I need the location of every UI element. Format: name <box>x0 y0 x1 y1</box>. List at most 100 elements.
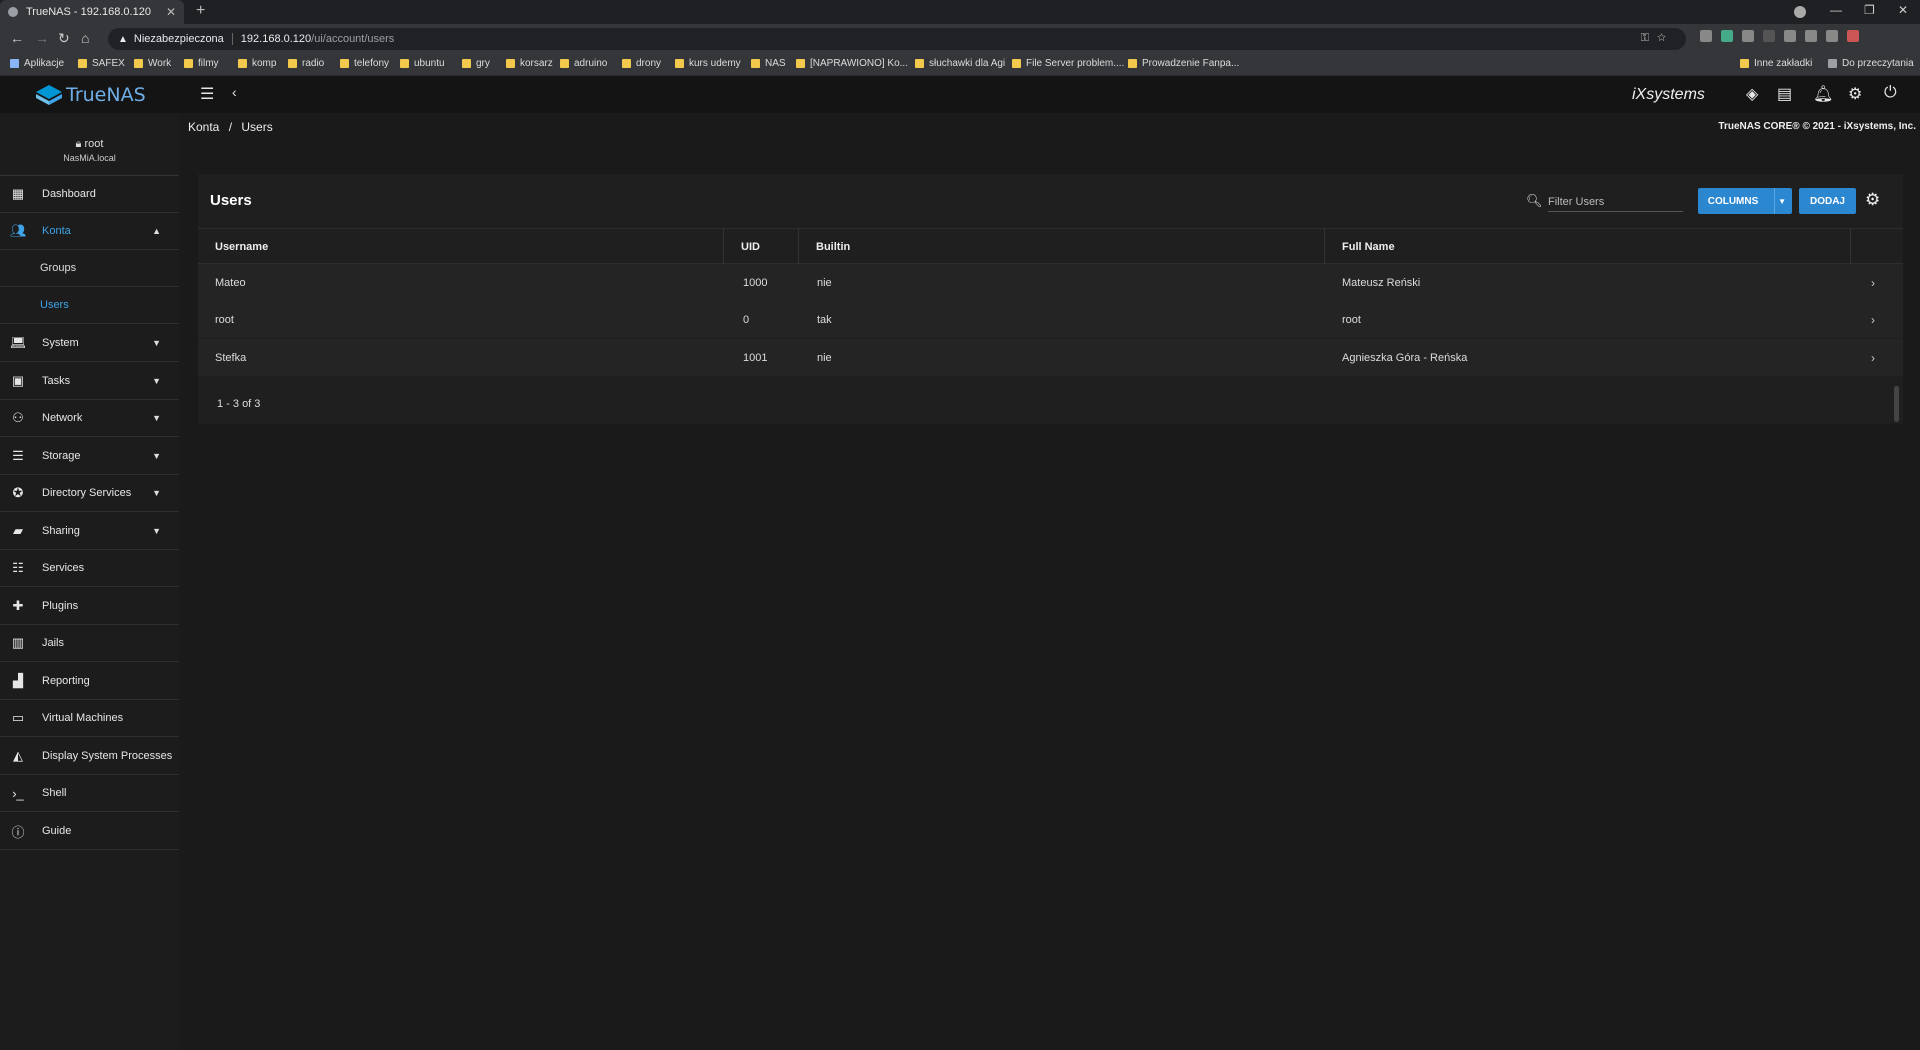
caret-down-icon: ▼ <box>152 488 161 498</box>
header-username[interactable]: Username <box>215 229 268 265</box>
bookmark-item[interactable]: kurs udemy <box>675 58 741 69</box>
bookmark-item[interactable]: SAFEX <box>78 58 125 69</box>
sidebar-item-shell[interactable]: ›_ Shell <box>0 775 179 812</box>
bookmark-item[interactable]: korsarz <box>506 58 553 69</box>
bookmark-label: adruino <box>574 58 608 69</box>
bookmark-item[interactable]: NAS <box>751 58 786 69</box>
restore-icon[interactable]: ❐ <box>1864 3 1875 17</box>
folder-icon <box>796 59 805 68</box>
bookmark-item[interactable]: telefony <box>340 58 389 69</box>
bookmark-item[interactable]: drony <box>622 58 661 69</box>
bookmark-item[interactable]: słuchawki dla Agi <box>915 58 1005 69</box>
bookmark-item[interactable]: Prowadzenie Fanpa... <box>1128 58 1239 69</box>
bookmark-item[interactable]: [NAPRAWIONO] Ko... <box>796 58 908 69</box>
network-icon: ⚇ <box>12 410 24 425</box>
header-uid[interactable]: UID <box>741 229 760 265</box>
sidebar-item-storage[interactable]: ☰ Storage ▼ <box>0 438 179 475</box>
new-tab-icon[interactable]: + <box>196 2 205 20</box>
sidebar-item-label: Sharing <box>42 525 80 537</box>
menu-icon[interactable]: ☰ <box>200 84 214 104</box>
sidebar-item-plugins[interactable]: ✚ Plugins <box>0 588 179 625</box>
sidebar-item-reporting[interactable]: ▟ Reporting <box>0 663 179 700</box>
bookmark-item-right[interactable]: Do przeczytania <box>1828 58 1914 69</box>
minimize-icon[interactable]: — <box>1830 3 1842 17</box>
sidebar-item-services[interactable]: ☷ Services <box>0 550 179 587</box>
sidebar-item-guide[interactable]: ⓘ Guide <box>0 813 179 850</box>
sidebar-item-sharing[interactable]: ▰ Sharing ▼ <box>0 513 179 550</box>
folder-icon <box>340 59 349 68</box>
key-star-icons[interactable]: ⚿☆ <box>1641 32 1674 45</box>
bookmark-item[interactable]: ubuntu <box>400 58 445 69</box>
bookmark-label: filmy <box>198 58 219 69</box>
sidebar-item-directory-services[interactable]: ✪ Directory Services ▼ <box>0 475 179 512</box>
table-settings-gear-icon[interactable]: ⚙ <box>1865 190 1880 210</box>
expand-chevron-icon[interactable]: › <box>1871 301 1875 338</box>
column-divider[interactable] <box>723 228 724 264</box>
sidebar-item-dashboard[interactable]: ▦ Dashboard <box>0 176 179 213</box>
sidebar-item-network[interactable]: ⚇ Network ▼ <box>0 400 179 437</box>
bookmark-item[interactable]: filmy <box>184 58 219 69</box>
table-row[interactable]: Stefka 1001 nie Agnieszka Góra - Reńska … <box>198 339 1903 376</box>
bookmark-item[interactable]: radio <box>288 58 324 69</box>
ixsystems-logo[interactable]: iXsystems <box>1632 86 1705 104</box>
sidebar-item-virtual-machines[interactable]: ▭ Virtual Machines <box>0 700 179 737</box>
dropdown-arrow-icon[interactable]: ▼ <box>1778 197 1786 206</box>
sidebar-item-system[interactable]: 💻︎ System ▼ <box>0 325 179 362</box>
directory-icon: ✪ <box>12 485 24 500</box>
expand-chevron-icon[interactable]: › <box>1871 339 1875 376</box>
filter-users-input[interactable] <box>1548 192 1683 212</box>
column-divider[interactable] <box>1324 228 1325 264</box>
bookmark-item-right[interactable]: Inne zakładki <box>1740 58 1812 69</box>
warning-icon[interactable]: ▲ <box>118 34 128 45</box>
bookmark-item[interactable]: File Server problem.... <box>1012 58 1124 69</box>
header-full-name[interactable]: Full Name <box>1342 229 1395 265</box>
breadcrumb-separator: / <box>228 120 233 134</box>
sidebar-subitem-groups[interactable]: Groups <box>0 250 179 287</box>
truecommand-icon[interactable]: ◈ <box>1746 84 1758 104</box>
settings-gear-icon[interactable]: ⚙ <box>1848 84 1862 104</box>
column-divider[interactable] <box>798 228 799 264</box>
bookmark-item[interactable]: komp <box>238 58 276 69</box>
reload-icon[interactable]: ↻ <box>58 30 70 47</box>
scrollbar-thumb[interactable] <box>1894 386 1899 422</box>
security-label[interactable]: Niezabezpieczona <box>134 33 224 45</box>
bookmark-item[interactable]: Work <box>134 58 171 69</box>
folder-icon <box>288 59 297 68</box>
sidebar-item-display-system-processes[interactable]: ◭ Display System Processes <box>0 738 179 775</box>
tasks-clipboard-icon[interactable]: ▤ <box>1777 84 1792 104</box>
folder-icon <box>751 59 760 68</box>
forward-icon[interactable]: → <box>35 30 49 46</box>
bookmark-label: drony <box>636 58 662 69</box>
close-window-icon[interactable]: ✕ <box>1898 3 1908 17</box>
columns-button-label: COLUMNS <box>1707 195 1759 207</box>
header-builtin[interactable]: Builtin <box>816 229 850 265</box>
collapse-chevron-icon[interactable]: ‹ <box>232 84 237 100</box>
table-row[interactable]: Mateo 1000 nie Mateusz Reński › <box>198 264 1903 301</box>
column-divider[interactable] <box>1850 228 1851 264</box>
address-bar[interactable]: ▲ Niezabezpieczona 192.168.0.120 /ui/acc… <box>108 28 1686 50</box>
tab-close-icon[interactable]: ✕ <box>166 5 176 19</box>
power-icon[interactable]: ⏻ <box>1884 84 1897 102</box>
expand-chevron-icon[interactable]: › <box>1871 264 1875 301</box>
cell-uid: 1001 <box>743 351 768 364</box>
sidebar-item-jails[interactable]: ▥ Jails <box>0 625 179 662</box>
extension-icons[interactable] <box>1700 30 1859 42</box>
profile-icon[interactable] <box>1794 6 1806 18</box>
sidebar-item-konta[interactable]: 👥︎ Konta ▲ <box>0 213 179 250</box>
browser-tab[interactable]: TrueNAS - 192.168.0.120 ✕ <box>0 0 184 24</box>
sidebar-item-tasks[interactable]: ▣ Tasks ▼ <box>0 363 179 400</box>
bookmark-label: Prowadzenie Fanpa... <box>1142 58 1240 69</box>
caret-down-icon: ▼ <box>152 451 161 461</box>
truenas-logo[interactable]: TrueNAS <box>36 84 146 106</box>
bookmark-item[interactable]: adruino <box>560 58 607 69</box>
add-user-button[interactable]: DODAJ <box>1799 188 1856 214</box>
bookmark-item[interactable]: Aplikacje <box>10 58 64 69</box>
columns-button[interactable]: COLUMNS ▼ <box>1698 188 1792 214</box>
sidebar-subitem-users[interactable]: Users <box>0 287 179 324</box>
bookmark-item[interactable]: gry <box>462 58 490 69</box>
back-icon[interactable]: ← <box>10 30 24 46</box>
breadcrumb-parent[interactable]: Konta <box>188 120 219 134</box>
bell-icon[interactable]: 🔔︎ <box>1813 84 1833 104</box>
home-icon[interactable]: ⌂ <box>81 30 89 46</box>
table-row[interactable]: root 0 tak root › <box>198 301 1903 338</box>
